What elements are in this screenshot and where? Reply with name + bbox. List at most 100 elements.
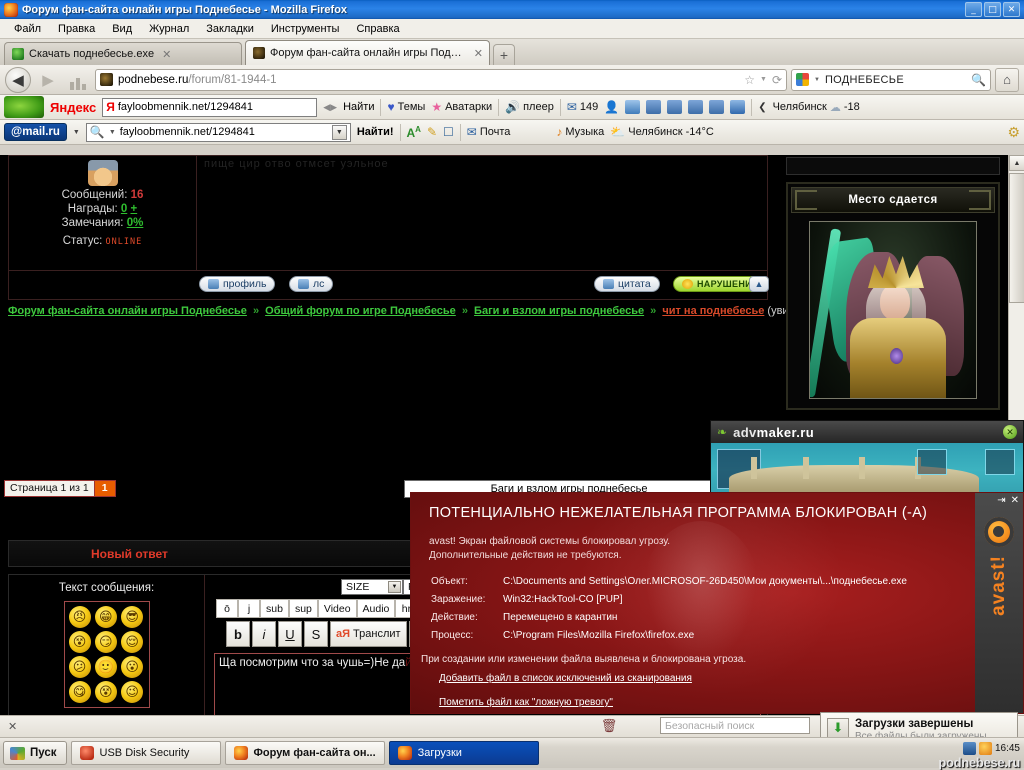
menu-item-history[interactable]: Журнал <box>141 21 197 37</box>
home-icon[interactable] <box>625 100 641 114</box>
maximize-button[interactable]: □ <box>984 2 1001 17</box>
smiley-10[interactable]: 😵 <box>94 681 117 703</box>
chevron-down-icon[interactable]: ▼ <box>73 129 80 136</box>
address-bar[interactable]: podnebese.ru/forum/81-1944-1 ☆ ▼ ⟳ <box>95 68 787 91</box>
menu-item-help[interactable]: Справка <box>348 21 407 37</box>
avast-false-positive-link[interactable]: Пометить файл как "ложную тревогу" <box>439 697 613 708</box>
superscript-button[interactable]: sup <box>288 599 318 618</box>
profile-button[interactable]: профиль <box>199 276 276 292</box>
yandex-find-button[interactable]: Найти <box>343 101 374 113</box>
add-icon[interactable] <box>730 100 746 114</box>
breadcrumb-item-1[interactable]: Общий форум по игре Поднебесье <box>265 305 456 317</box>
size-select[interactable]: SIZE ▼ <box>341 579 403 595</box>
mailru-find-button[interactable]: Найти! <box>357 126 394 138</box>
menu-item-edit[interactable]: Правка <box>50 21 103 37</box>
awards-value[interactable]: 0 <box>121 203 127 215</box>
yandex-search-input[interactable]: Я fayloobmennik.net/1294841 <box>102 97 318 117</box>
camera-icon[interactable] <box>667 100 683 114</box>
chevron-down-icon[interactable]: ▼ <box>388 581 401 593</box>
scroll-up-arrow-icon[interactable]: ▲ <box>1009 155 1024 171</box>
underline-button[interactable]: U <box>278 621 302 647</box>
taskbar-item-forum[interactable]: Форум фан-сайта он... <box>224 741 385 765</box>
network-tray-icon[interactable] <box>962 742 976 755</box>
smiley-2[interactable]: 😎 <box>121 606 144 628</box>
notes-icon[interactable] <box>646 100 662 114</box>
document-icon[interactable] <box>709 100 725 114</box>
j-button[interactable]: j <box>238 599 260 618</box>
smiley-1[interactable]: 😁 <box>94 606 117 628</box>
chevron-down-icon[interactable]: ▼ <box>760 76 767 83</box>
bold-button[interactable]: b <box>226 621 250 647</box>
awards-plus-link[interactable]: + <box>130 203 137 215</box>
minimize-button[interactable]: _ <box>965 2 982 17</box>
collapse-arrow-icon[interactable]: ❮ <box>758 102 766 113</box>
trash-icon[interactable]: 🗑 <box>598 716 620 735</box>
smiley-11[interactable]: 😉 <box>121 681 144 703</box>
font-size-icon[interactable]: AA <box>407 125 421 140</box>
pin-icon[interactable]: ⇥ <box>997 495 1005 506</box>
translit-button[interactable]: aЯ Транслит <box>330 621 407 647</box>
mailru-weather[interactable]: ⛅ Челябинск -14°C <box>610 125 714 139</box>
close-button[interactable]: ✕ <box>1003 2 1020 17</box>
advmaker-close-icon[interactable]: ✕ <box>1003 425 1017 439</box>
gear-icon[interactable]: ⚙ <box>1007 124 1020 141</box>
smiley-9[interactable]: 😋 <box>68 681 91 703</box>
tab-close-icon[interactable]: ✕ <box>162 48 171 61</box>
scroll-top-button[interactable]: ▲ <box>749 276 769 292</box>
mailru-music-button[interactable]: ♪ Музыка <box>556 125 604 139</box>
menu-item-tools[interactable]: Инструменты <box>263 21 348 37</box>
mailru-mail-button[interactable]: ✉ Почта <box>467 125 511 139</box>
findbar-close-icon[interactable]: ✕ <box>8 720 17 733</box>
back-button[interactable]: ◀ <box>5 66 31 93</box>
breadcrumb-item-2[interactable]: Баги и взлом игры поднебесье <box>474 305 644 317</box>
avast-close-icon[interactable]: ✕ <box>1011 495 1019 506</box>
pm-button[interactable]: лс <box>289 276 334 292</box>
chevron-down-icon[interactable]: ▼ <box>109 129 116 136</box>
smiley-3[interactable]: 😵 <box>68 631 91 653</box>
user-icon[interactable]: 👤 <box>604 100 619 114</box>
menu-item-view[interactable]: Вид <box>104 21 140 37</box>
yandex-mail-button[interactable]: ✉ 149 <box>567 100 598 114</box>
video-icon[interactable] <box>688 100 704 114</box>
tab-download-exe[interactable]: Скачать поднебесье.exe ✕ <box>4 42 242 65</box>
screenshot-icon[interactable]: ☐ <box>443 125 454 139</box>
video-button[interactable]: Video <box>317 599 357 618</box>
warnings-value[interactable]: 0% <box>127 217 144 229</box>
menu-item-bookmarks[interactable]: Закладки <box>198 21 262 37</box>
antivirus-tray-icon[interactable] <box>978 742 992 755</box>
subscript-button[interactable]: sub <box>260 599 289 618</box>
start-button[interactable]: Пуск <box>3 741 67 765</box>
smiley-8[interactable]: 😮 <box>121 656 144 678</box>
yandex-weather[interactable]: Челябинск ☁ -18 <box>773 101 860 114</box>
mailru-search-input[interactable]: 🔍 ▼ fayloobmennik.net/1294841 ▼ <box>85 122 351 142</box>
smiley-6[interactable]: 😕 <box>68 656 91 678</box>
search-magnifier-icon[interactable]: 🔍 <box>971 73 986 87</box>
page-number-1[interactable]: 1 <box>94 480 116 497</box>
forward-button[interactable]: ▶ <box>35 67 61 93</box>
quote-button[interactable]: цитата <box>594 276 660 292</box>
tab-close-icon[interactable]: ✕ <box>474 47 483 60</box>
menu-item-file[interactable]: Файл <box>6 21 49 37</box>
scrollbar-thumb[interactable] <box>1009 173 1024 303</box>
home-button[interactable]: ⌂ <box>995 67 1019 92</box>
mailru-logo[interactable]: @mail.ru <box>4 123 67 141</box>
yandex-themes-button[interactable]: ♥ Темы <box>387 100 425 114</box>
reload-icon[interactable]: ⟳ <box>772 73 782 87</box>
avast-add-exclusion-link[interactable]: Добавить файл в список исключений из ска… <box>439 673 692 684</box>
taskbar-item-downloads[interactable]: Загрузки <box>388 741 539 765</box>
new-tab-button[interactable]: + <box>493 44 515 65</box>
smiley-5[interactable]: 😌 <box>121 631 144 653</box>
audio-button[interactable]: Audio <box>356 599 396 618</box>
safe-search-input[interactable]: Безопасный поиск <box>660 717 810 734</box>
taskbar-item-usb-disk-security[interactable]: USB Disk Security <box>70 741 221 765</box>
sidebar-ad-image[interactable] <box>809 221 977 399</box>
yandex-avatars-button[interactable]: ★ Аватарки <box>431 100 492 114</box>
search-bar[interactable]: ▼ ПОДНЕБЕСЬЕ 🔍 <box>791 68 991 91</box>
pencil-icon[interactable]: ✎ <box>427 125 437 139</box>
dropdown-arrow-icon[interactable]: ▼ <box>331 124 347 140</box>
smiley-0[interactable]: 😠 <box>68 606 91 628</box>
chevron-down-icon[interactable]: ▼ <box>814 77 820 83</box>
smiley-7[interactable]: 🙂 <box>94 656 117 678</box>
yandex-player-button[interactable]: 🔊 плеер <box>505 100 554 114</box>
italic-button[interactable]: i <box>252 621 276 647</box>
